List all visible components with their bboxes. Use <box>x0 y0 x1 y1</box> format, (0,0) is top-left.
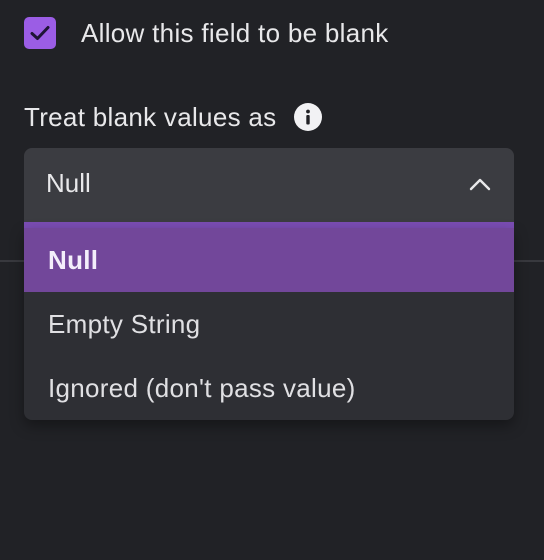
chevron-up-icon <box>469 178 491 191</box>
allow-blank-row[interactable]: Allow this field to be blank <box>24 17 389 49</box>
checkmark-icon <box>30 26 50 40</box>
allow-blank-label[interactable]: Allow this field to be blank <box>81 18 389 49</box>
treat-blank-row: Treat blank values as <box>24 100 323 134</box>
option-ignored[interactable]: Ignored (don't pass value) <box>24 356 514 420</box>
select-current-value: Null <box>46 168 91 198</box>
treat-blank-label: Treat blank values as <box>24 101 277 132</box>
blank-values-dropdown: Null Empty String Ignored (don't pass va… <box>24 228 514 420</box>
info-glyph-icon <box>306 109 311 125</box>
option-empty-string[interactable]: Empty String <box>24 292 514 356</box>
field-settings-panel: Allow this field to be blank Treat blank… <box>0 0 544 560</box>
option-null[interactable]: Null <box>24 228 514 292</box>
info-icon[interactable] <box>294 103 323 131</box>
allow-blank-checkbox[interactable] <box>24 17 56 49</box>
blank-values-select[interactable]: Null <box>24 148 514 230</box>
